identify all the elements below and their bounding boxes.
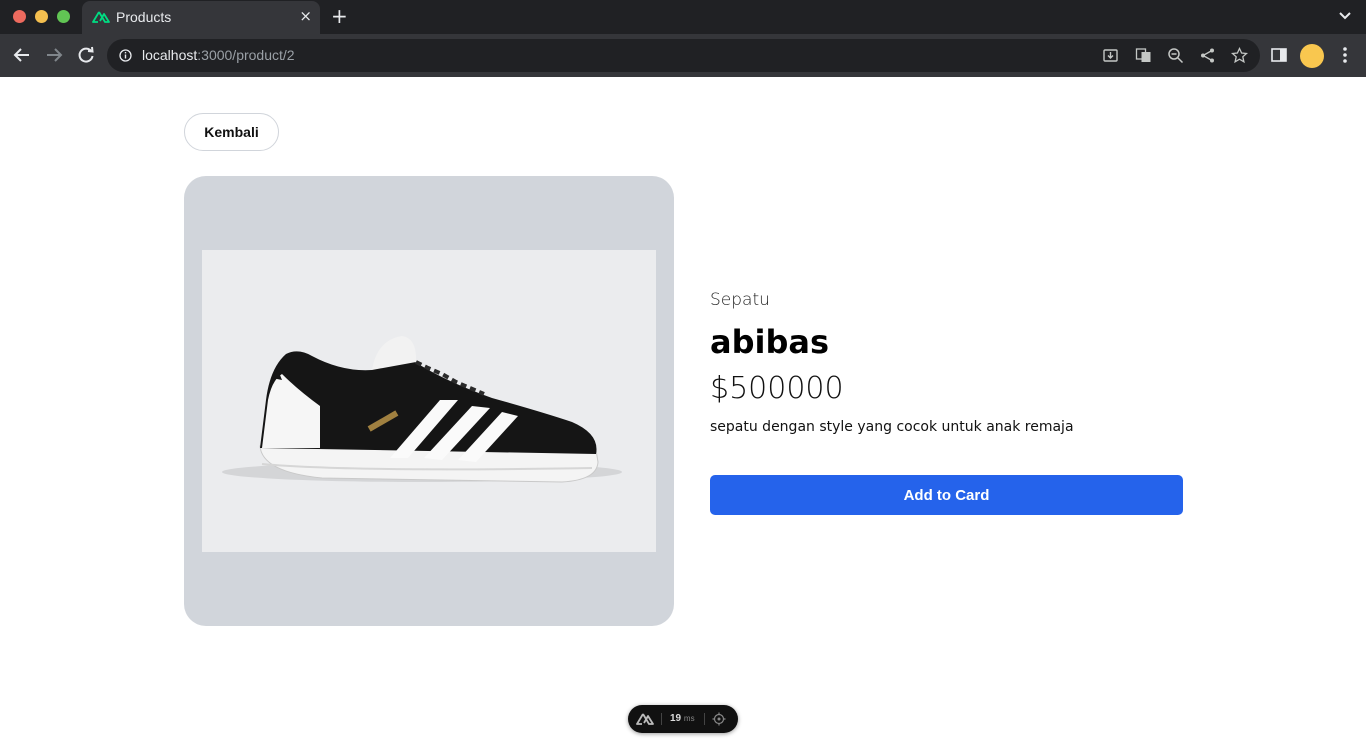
sneaker-image [222, 336, 622, 483]
product-detail-page: Kembali Sepatu abibas $500000 sepatu den… [0, 77, 1366, 741]
product-price: $500000 [710, 371, 844, 406]
tab-title: Products [116, 9, 172, 25]
nuxt-icon[interactable] [636, 712, 654, 726]
back-button[interactable]: Kembali [184, 113, 279, 151]
nuxt-icon [92, 11, 110, 23]
product-image [202, 250, 656, 552]
share-icon[interactable] [1199, 47, 1216, 64]
reload-icon[interactable] [76, 45, 96, 65]
url-host: localhost [142, 47, 198, 63]
product-description: sepatu dengan style yang cocok untuk ana… [710, 419, 1074, 435]
install-app-icon[interactable] [1102, 47, 1119, 64]
side-panel-icon[interactable] [1270, 46, 1288, 64]
add-to-cart-button[interactable]: Add to Card [710, 475, 1183, 515]
product-name: abibas [710, 323, 830, 361]
star-bookmark-icon[interactable] [1231, 47, 1248, 64]
window-minimize-button[interactable] [35, 10, 48, 23]
browser-tab-bar: Products × + [0, 0, 1366, 34]
product-category: Sepatu [710, 290, 770, 310]
url-path: :3000/product/2 [197, 47, 295, 63]
window-maximize-button[interactable] [57, 10, 70, 23]
render-time-value: 19 [670, 713, 682, 724]
more-menu-icon[interactable] [1338, 45, 1352, 65]
translate-icon[interactable] [1135, 47, 1152, 64]
divider [661, 713, 662, 725]
address-bar[interactable]: localhost:3000/product/2 [107, 39, 1260, 72]
product-image-card [184, 176, 674, 626]
window-close-button[interactable] [13, 10, 26, 23]
nuxt-devtools-bar[interactable]: 19 ms [628, 705, 738, 733]
chevron-down-icon[interactable] [1338, 8, 1352, 22]
url-text[interactable]: localhost:3000/product/2 [142, 47, 295, 63]
divider [704, 713, 705, 725]
tab-close-icon[interactable]: × [299, 7, 312, 25]
browser-toolbar: localhost:3000/product/2 [0, 34, 1366, 77]
new-tab-button[interactable]: + [331, 4, 348, 28]
render-time-unit: ms [683, 714, 695, 723]
target-icon[interactable] [712, 712, 726, 726]
browser-tab-products[interactable]: Products × [82, 1, 320, 34]
info-icon[interactable] [119, 49, 132, 62]
forward-arrow-icon[interactable] [44, 45, 64, 65]
render-time: 19 ms [670, 713, 695, 724]
avatar[interactable] [1300, 44, 1324, 68]
zoom-out-icon[interactable] [1167, 47, 1184, 64]
back-arrow-icon[interactable] [12, 45, 32, 65]
